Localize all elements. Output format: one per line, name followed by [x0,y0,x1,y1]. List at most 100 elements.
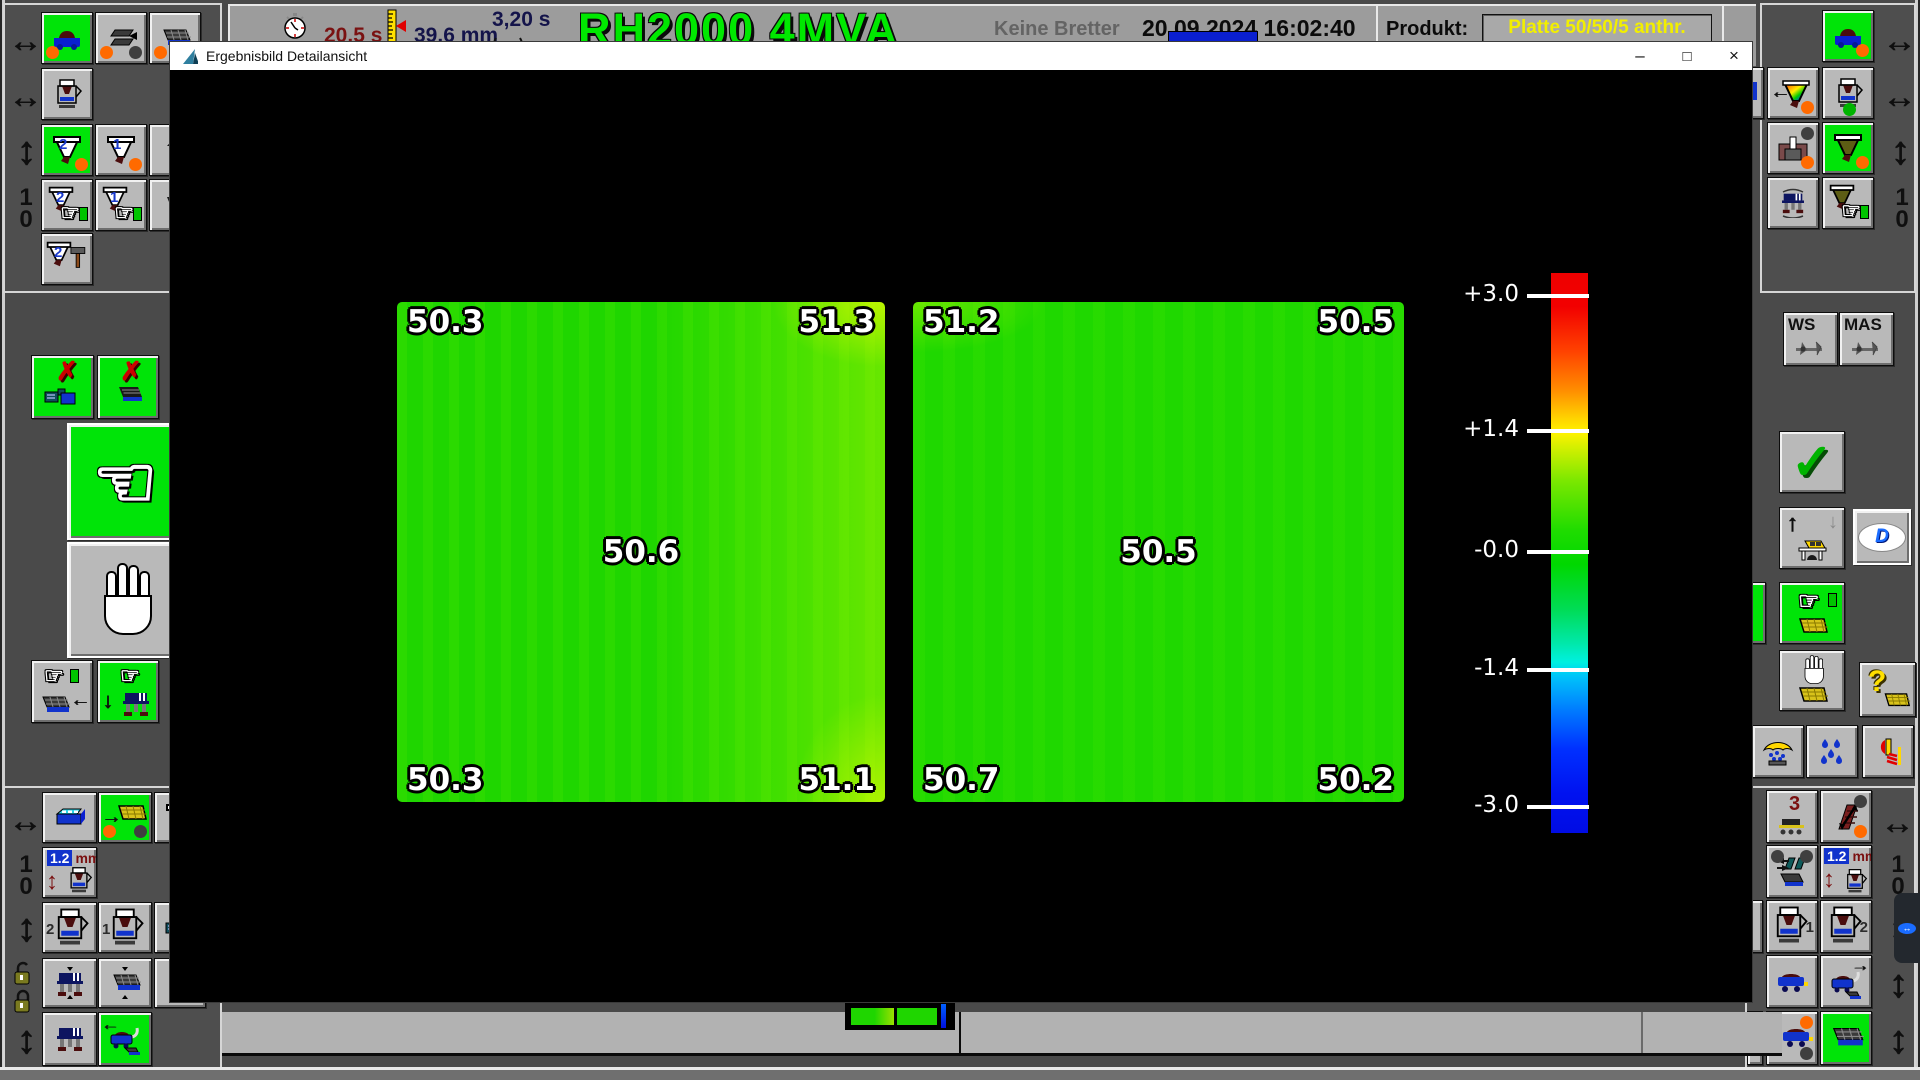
corner-value-tr: 50.5 [1318,304,1395,340]
board-lift-button[interactable]: ↑ ↓ [1779,507,1845,569]
corner-value-tl: 50.3 [407,304,484,340]
status-dot [129,158,142,171]
status-dot [129,46,142,59]
result-thumbnail-left[interactable] [851,1008,894,1025]
board-stack-button[interactable] [95,12,147,64]
scatter-off-button[interactable]: ✗ [97,355,159,419]
funnel-1-button[interactable]: 1 [95,124,147,176]
remote-access-tab[interactable]: ↔ [1894,893,1920,963]
funnel-manual-right-button[interactable]: ☞ [1822,177,1874,229]
press-updown-button[interactable] [42,958,97,1008]
h-arrow-icon: ↔ [8,24,40,58]
one-zero-label: 1 0 [12,854,40,898]
transport-car-button[interactable] [41,12,93,64]
funnel-2-service-button[interactable]: 2 [41,233,93,285]
funnel-1-manual-button[interactable]: 1 ☞ [95,179,147,231]
vacuum-return-button[interactable]: ← [98,1012,152,1066]
transport-car-right-button[interactable] [1822,10,1874,62]
board-updown-button[interactable] [98,958,152,1008]
auto-mode-button[interactable]: ☜ [67,423,183,540]
wagon-button[interactable] [1766,955,1818,1008]
press-vibrate-button[interactable] [1767,177,1819,229]
dialog-titlebar[interactable]: Ergebnisbild Detailansicht – □ × [170,42,1752,70]
funnel-2-manual-button[interactable]: 2 ☞ [41,179,93,231]
help-button[interactable]: ? [1859,662,1916,717]
press-table-button[interactable] [42,1012,97,1066]
hand-stop-icon [1798,653,1828,687]
arrow-left-icon: ← [101,1015,119,1033]
h-arrow-icon: ↔ [1882,24,1914,58]
mat-board-button[interactable] [1820,1011,1872,1065]
board-swap-button[interactable] [1766,845,1818,898]
minimize-button[interactable]: – [1625,44,1655,68]
dosing-station-button[interactable] [41,68,93,120]
v-arrow-icon: ↕ [10,1020,42,1060]
hand-point-icon: ☞ [1841,198,1861,224]
arrow-right-icon: → [1851,956,1869,974]
moisture-button[interactable] [1806,725,1858,778]
product-field[interactable]: Platte 50/50/5 anthr. [1482,14,1712,42]
result-thumbnail-right[interactable] [897,1008,937,1025]
vacuum-outfeed-button[interactable]: → [1820,955,1872,1008]
hand-point-icon: ☞ [120,663,140,689]
manual-return-button[interactable]: ☞ ← [31,660,93,723]
status-dot [1801,101,1814,114]
height-adjust-right-button[interactable]: 1.2 mm ↕ [1820,845,1872,898]
close-button[interactable]: × [1719,44,1749,68]
board-infeed-button[interactable]: → [98,792,152,843]
station-right-2-button[interactable]: 2 [1820,900,1872,953]
result-image-button[interactable]: ← [1767,67,1819,119]
board-icon [1792,615,1832,639]
indicator-nub [133,207,142,221]
dosing-machine-icon [1841,867,1869,895]
height-adjust-button[interactable]: 1.2 mm ↕ [42,847,97,898]
screen-mesh-button[interactable] [1820,790,1872,843]
manual-infeed-button[interactable]: ☞ ↓ [97,660,159,723]
press-vibrate-icon [1773,185,1813,221]
confirm-button[interactable]: ✓ [1779,431,1845,493]
funnel-2-button[interactable]: 2 [41,124,93,176]
board-stop-button[interactable] [1779,650,1845,711]
camera-off-button[interactable]: ✗ [31,355,94,419]
status-dot [1800,1016,1813,1029]
status-dot [75,158,88,171]
result-thumbnail-box[interactable] [845,1002,955,1030]
stop-mode-button[interactable] [67,542,183,658]
conveyor-3-button[interactable]: 3 [1766,790,1818,843]
board-manual-button[interactable]: ☞ [1779,582,1845,644]
check-icon: ✓ [1791,433,1833,491]
scale-tick [1527,294,1589,298]
signal-lamp-button[interactable] [1862,725,1914,778]
diagnosis-button[interactable]: D [1853,509,1911,565]
ws-button[interactable]: WS [1783,312,1838,366]
scale-tick [1527,805,1589,809]
status-dot [1856,156,1869,169]
v-arrow-icon: ↕ [1882,964,1914,1004]
wagon-icon [1772,968,1812,996]
status-dot [1854,795,1867,808]
station-number: 1 [1806,919,1814,936]
spray-button[interactable] [1752,725,1804,778]
funnel-olive-button[interactable] [1822,122,1874,174]
cross-icon: ✗ [120,356,142,387]
mas-button[interactable]: MAS [1839,312,1894,366]
dosing-station-right-button[interactable] [1822,67,1874,119]
waffle-icon [1825,1023,1867,1053]
station-1-button[interactable]: 1 [98,902,152,953]
station-right-1-button[interactable]: 1 [1766,900,1818,953]
mm-badge: 1.2 mm [1824,848,1872,864]
scale-tick-label: -0.0 [1429,537,1519,563]
maximize-button[interactable]: □ [1672,44,1702,68]
scale-tick-label: -1.4 [1429,655,1519,681]
tray-button[interactable] [42,792,97,843]
status-message: Keine Bretter [994,18,1120,41]
mm-badge: 1.2 mm [47,850,97,866]
tray-icon [50,804,90,832]
scale-tick-label: -3.0 [1429,792,1519,818]
mold-press-button[interactable] [1767,122,1819,174]
beacon-icon [1870,734,1906,770]
station-2-button[interactable]: 2 [42,902,97,953]
lock-closed-icon [11,988,35,1016]
waffle-icon [36,692,72,718]
stopwatch-icon [282,10,310,42]
